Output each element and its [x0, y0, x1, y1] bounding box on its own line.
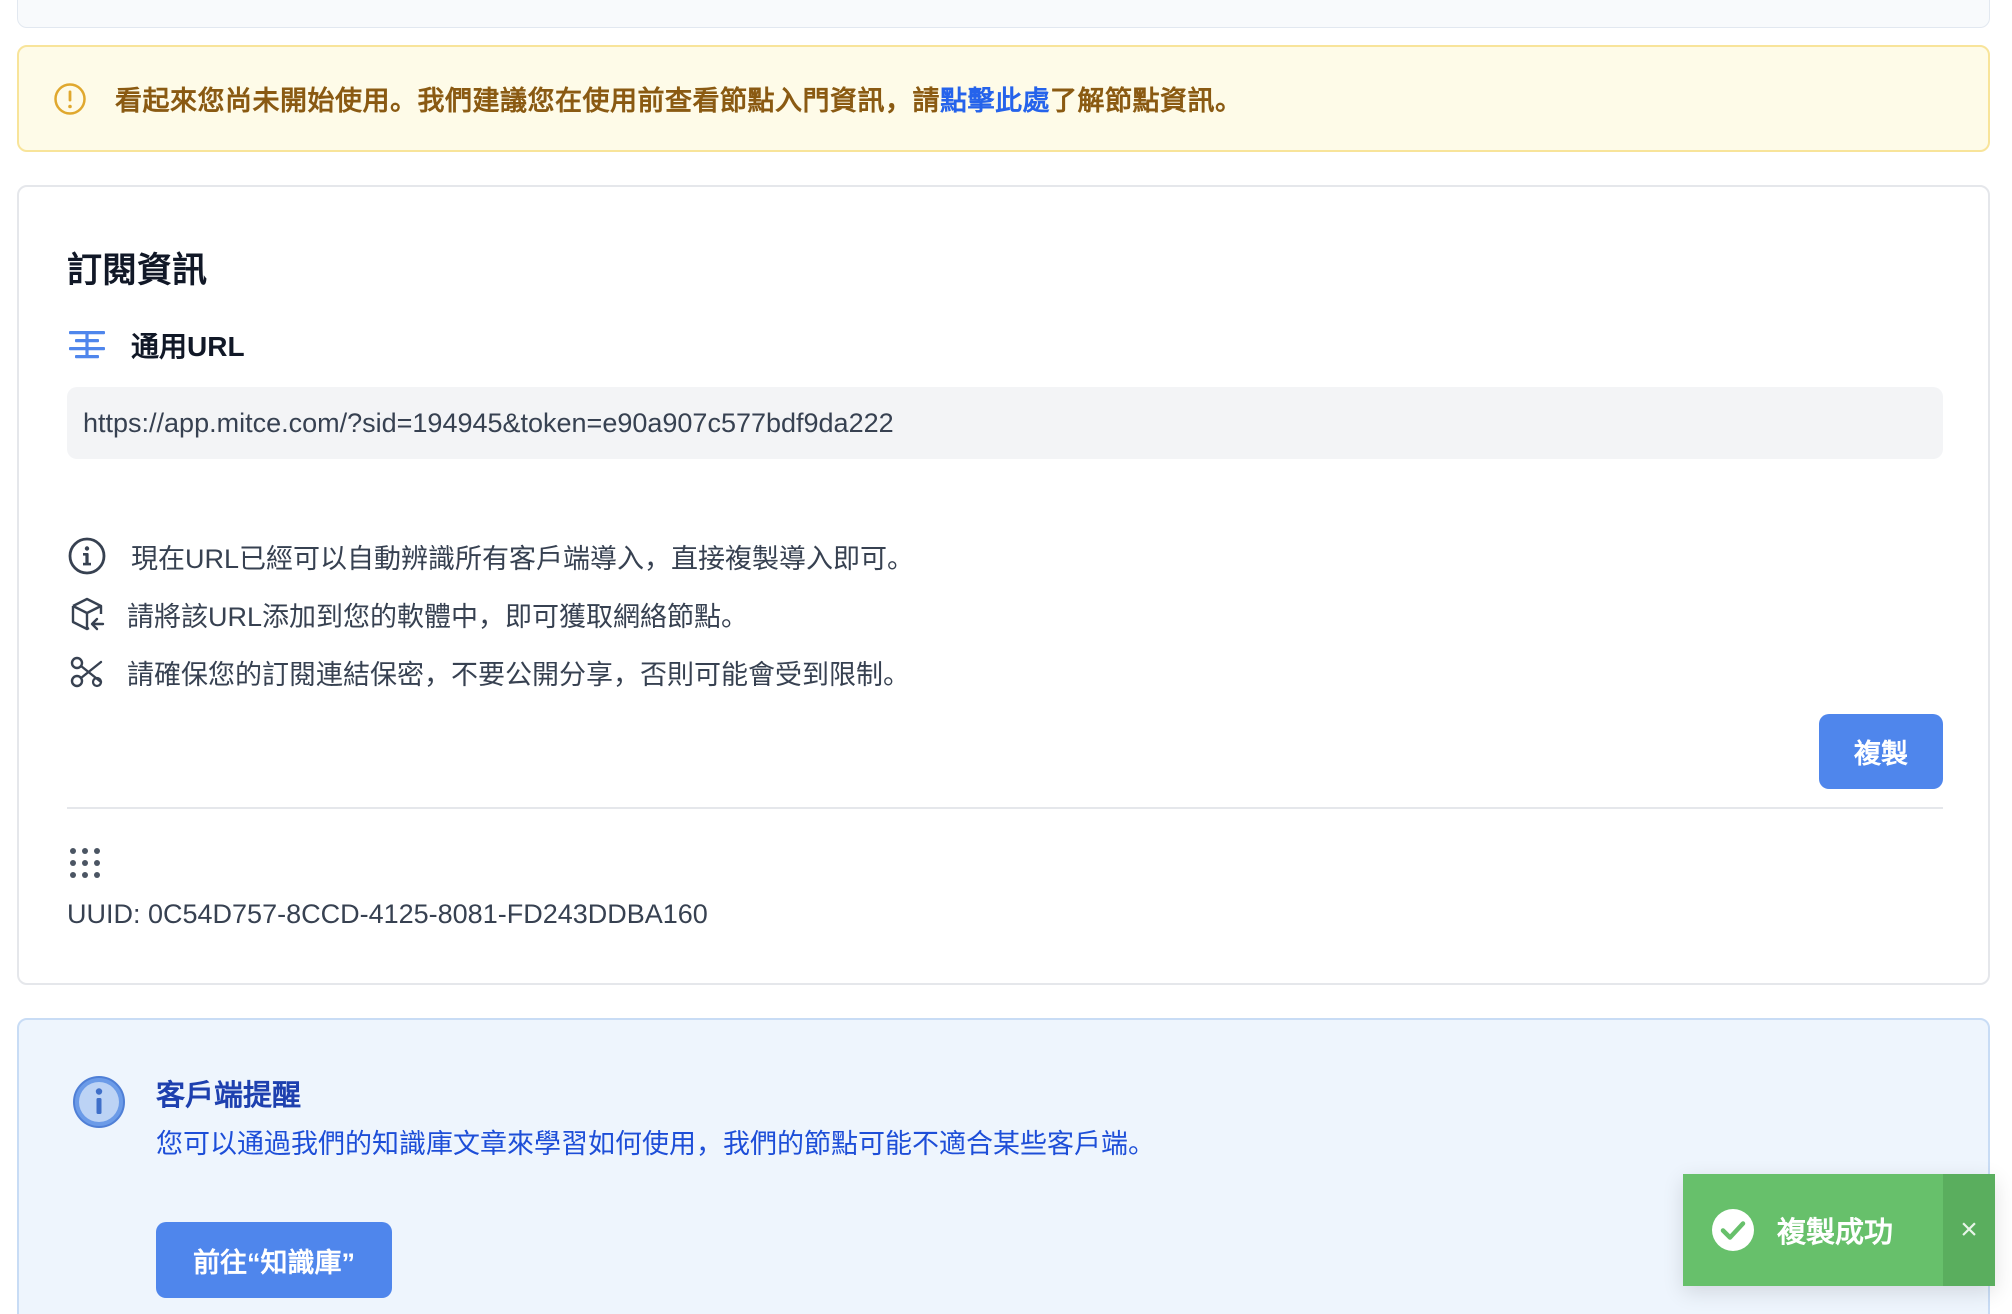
client-reminder-title: 客戶端提醒	[156, 1080, 302, 1112]
note-text: 請將該URL添加到您的軟體中，即可獲取網絡節點。	[127, 601, 749, 632]
warning-text-after: 了解節點資訊。	[1050, 86, 1243, 116]
click-here-link[interactable]: 點擊此處	[940, 86, 1050, 116]
note-auto-detect: 現在URL已經可以自動辨識所有客戶端導入，直接複製導入即可。	[67, 527, 914, 585]
copy-button[interactable]: 複製	[1819, 714, 1943, 789]
info-circle-icon	[73, 1076, 125, 1128]
note-add-url: 請將該URL添加到您的軟體中，即可獲取網絡節點。	[67, 585, 914, 643]
note-text: 現在URL已經可以自動辨識所有客戶端導入，直接複製導入即可。	[131, 543, 915, 574]
info-icon	[68, 537, 106, 575]
client-reminder-text: 您可以通過我們的知識庫文章來學習如何使用，我們的節點可能不適合某些客戶端。	[156, 1129, 1155, 1159]
subscription-title: 訂閱資訊	[67, 251, 208, 290]
exclamation-circle-icon	[54, 82, 86, 115]
warning-text-before: 看起來您尚未開始使用。我們建議您在使用前查看節點入門資訊，請	[115, 86, 940, 116]
divider	[67, 807, 1943, 809]
note-text: 請確保您的訂閱連結保密，不要公開分享，否則可能會受到限制。	[127, 659, 910, 690]
subscription-url-field[interactable]: https://app.mitce.com/?sid=194945&token=…	[67, 387, 1943, 459]
url-heading-label: 通用URL	[131, 331, 245, 362]
usage-notes: 現在URL已經可以自動辨識所有客戶端導入，直接複製導入即可。 請將該URL添加到…	[67, 527, 914, 701]
list-icon	[69, 331, 105, 359]
universal-url-heading: 通用URL	[67, 325, 245, 365]
uuid-text: UUID: 0C54D757-8CCD-4125-8081-FD243DDBA1…	[67, 899, 708, 929]
note-keep-private: 請確保您的訂閱連結保密，不要公開分享，否則可能會受到限制。	[67, 643, 914, 701]
copy-success-toast: 複製成功 ×	[1683, 1174, 1995, 1286]
getting-started-warning: 看起來您尚未開始使用。我們建議您在使用前查看節點入門資訊，請點擊此處了解節點資訊…	[17, 45, 1990, 152]
check-circle-icon	[1712, 1209, 1754, 1251]
scissors-icon	[70, 656, 103, 688]
package-import-icon	[71, 597, 105, 631]
warning-text: 看起來您尚未開始使用。我們建議您在使用前查看節點入門資訊，請點擊此處了解節點資訊…	[115, 79, 1243, 118]
previous-card-edge	[17, 0, 1990, 28]
knowledge-base-button[interactable]: 前往“知識庫”	[156, 1222, 392, 1298]
toast-message: 複製成功	[1777, 1217, 1894, 1249]
grid-icon	[70, 848, 100, 878]
subscription-info-card: 訂閱資訊 通用URL https://app.mitce.com/?sid=19…	[17, 185, 1990, 985]
toast-close-button[interactable]: ×	[1943, 1174, 1995, 1286]
